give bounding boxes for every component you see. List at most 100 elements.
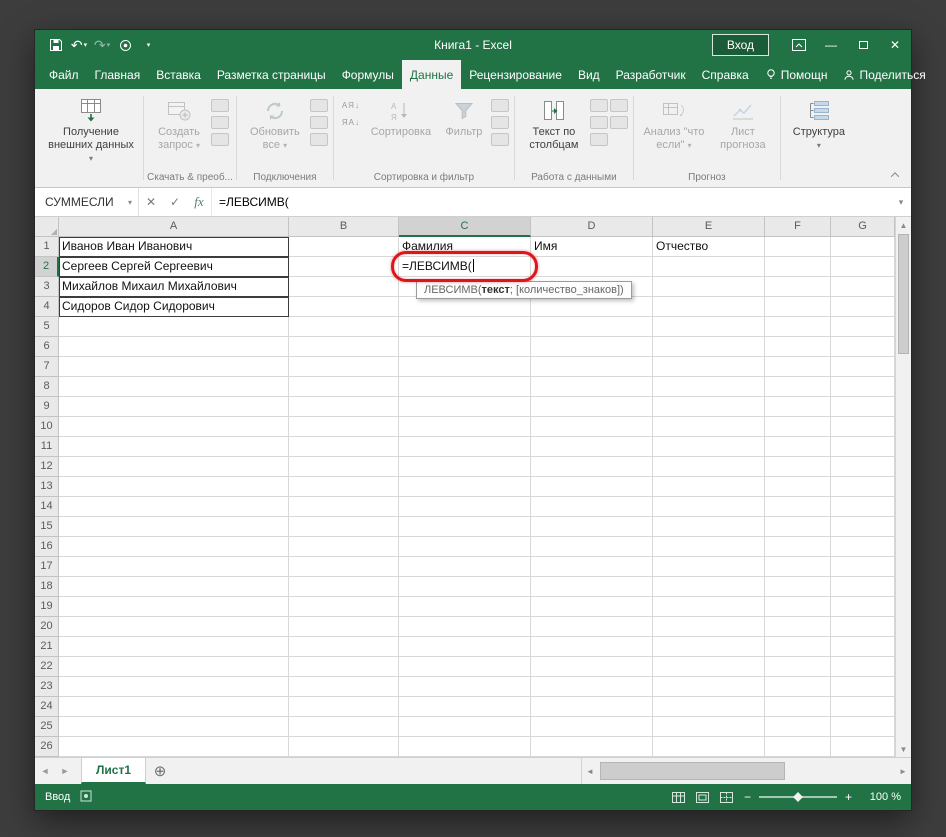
select-all-corner[interactable]: ◢ <box>35 217 59 237</box>
row-header-15[interactable]: 15 <box>35 517 59 537</box>
cell-A22[interactable] <box>59 657 289 677</box>
formula-input[interactable]: =ЛЕВСИМВ( <box>211 188 891 216</box>
cell-B7[interactable] <box>289 357 399 377</box>
cell-G24[interactable] <box>831 697 895 717</box>
row-header-1[interactable]: 1 <box>35 237 59 257</box>
cell-E24[interactable] <box>653 697 765 717</box>
cell-A2[interactable]: Сергеев Сергей Сергеевич <box>59 257 289 277</box>
cell-F17[interactable] <box>765 557 831 577</box>
cell-B8[interactable] <box>289 377 399 397</box>
filter-button[interactable]: Фильтр <box>439 94 489 141</box>
relationships-icon[interactable] <box>610 116 628 129</box>
redo-button[interactable]: ↷▾ <box>91 33 113 57</box>
row-header-23[interactable]: 23 <box>35 677 59 697</box>
cell-G4[interactable] <box>831 297 895 317</box>
cell-B17[interactable] <box>289 557 399 577</box>
cell-D22[interactable] <box>531 657 653 677</box>
tab-review[interactable]: Рецензирование <box>461 60 570 89</box>
cell-C7[interactable] <box>399 357 531 377</box>
vertical-scroll-thumb[interactable] <box>898 234 909 354</box>
cell-C21[interactable] <box>399 637 531 657</box>
cell-C19[interactable] <box>399 597 531 617</box>
cell-B11[interactable] <box>289 437 399 457</box>
row-header-5[interactable]: 5 <box>35 317 59 337</box>
cell-D19[interactable] <box>531 597 653 617</box>
page-break-view-icon[interactable] <box>720 792 733 803</box>
data-validation-icon[interactable] <box>590 133 608 146</box>
cell-A15[interactable] <box>59 517 289 537</box>
cell-G16[interactable] <box>831 537 895 557</box>
save-button[interactable] <box>45 33 67 57</box>
cell-D11[interactable] <box>531 437 653 457</box>
cell-C20[interactable] <box>399 617 531 637</box>
name-box[interactable]: СУММЕСЛИ ▾ <box>35 188 139 216</box>
cell-F16[interactable] <box>765 537 831 557</box>
cell-E22[interactable] <box>653 657 765 677</box>
cell-A12[interactable] <box>59 457 289 477</box>
row-header-12[interactable]: 12 <box>35 457 59 477</box>
properties-icon[interactable] <box>310 116 328 129</box>
cell-E6[interactable] <box>653 337 765 357</box>
cell-G18[interactable] <box>831 577 895 597</box>
scroll-up-icon[interactable]: ▲ <box>896 217 911 233</box>
cell-E16[interactable] <box>653 537 765 557</box>
remove-duplicates-icon[interactable] <box>590 116 608 129</box>
tab-page-layout[interactable]: Разметка страницы <box>209 60 334 89</box>
refresh-all-button[interactable]: Обновить все ▾ <box>242 94 308 154</box>
cell-B19[interactable] <box>289 597 399 617</box>
cell-B23[interactable] <box>289 677 399 697</box>
name-box-dropdown-icon[interactable]: ▾ <box>128 198 132 207</box>
cell-B25[interactable] <box>289 717 399 737</box>
cell-G5[interactable] <box>831 317 895 337</box>
recent-sources-icon[interactable] <box>211 133 229 146</box>
cell-D7[interactable] <box>531 357 653 377</box>
cell-A1[interactable]: Иванов Иван Иванович <box>59 237 289 257</box>
clear-filter-icon[interactable] <box>491 99 509 112</box>
forecast-sheet-button[interactable]: Лист прогноза <box>711 94 775 154</box>
sort-az-icon[interactable]: АЯ↓ <box>339 99 363 112</box>
scroll-right-icon[interactable]: ► <box>895 767 911 776</box>
zoom-in-button[interactable]: + <box>845 791 852 803</box>
cell-F4[interactable] <box>765 297 831 317</box>
zoom-slider-thumb[interactable] <box>793 792 803 802</box>
row-header-13[interactable]: 13 <box>35 477 59 497</box>
cell-E14[interactable] <box>653 497 765 517</box>
cell-D4[interactable] <box>531 297 653 317</box>
cell-A25[interactable] <box>59 717 289 737</box>
cell-F9[interactable] <box>765 397 831 417</box>
cell-B26[interactable] <box>289 737 399 757</box>
cell-E17[interactable] <box>653 557 765 577</box>
cell-A18[interactable] <box>59 577 289 597</box>
collapse-ribbon-button[interactable] <box>887 168 903 182</box>
cell-C2[interactable]: =ЛЕВСИМВ( <box>399 257 531 277</box>
column-header-G[interactable]: G <box>831 217 895 237</box>
cell-E1[interactable]: Отчество <box>653 237 765 257</box>
cell-D12[interactable] <box>531 457 653 477</box>
formula-bar-expand-icon[interactable]: ▾ <box>891 188 911 216</box>
close-button[interactable]: ✕ <box>879 30 911 60</box>
what-if-analysis-button[interactable]: Анализ "что если" ▾ <box>639 94 709 154</box>
cell-B13[interactable] <box>289 477 399 497</box>
cell-E5[interactable] <box>653 317 765 337</box>
cell-D5[interactable] <box>531 317 653 337</box>
cell-A14[interactable] <box>59 497 289 517</box>
row-header-7[interactable]: 7 <box>35 357 59 377</box>
cell-F11[interactable] <box>765 437 831 457</box>
cell-C4[interactable] <box>399 297 531 317</box>
cell-F8[interactable] <box>765 377 831 397</box>
cell-F14[interactable] <box>765 497 831 517</box>
cancel-button[interactable]: ✕ <box>139 188 163 216</box>
cell-G7[interactable] <box>831 357 895 377</box>
vertical-scrollbar[interactable]: ▲ ▼ <box>895 217 911 757</box>
flash-fill-icon[interactable] <box>590 99 608 112</box>
sort-za-icon[interactable]: ЯА↓ <box>339 116 363 129</box>
cell-G15[interactable] <box>831 517 895 537</box>
cell-A24[interactable] <box>59 697 289 717</box>
cell-G21[interactable] <box>831 637 895 657</box>
cell-G6[interactable] <box>831 337 895 357</box>
cell-B1[interactable] <box>289 237 399 257</box>
tab-home[interactable]: Главная <box>87 60 149 89</box>
cell-E18[interactable] <box>653 577 765 597</box>
cell-C5[interactable] <box>399 317 531 337</box>
cell-E19[interactable] <box>653 597 765 617</box>
